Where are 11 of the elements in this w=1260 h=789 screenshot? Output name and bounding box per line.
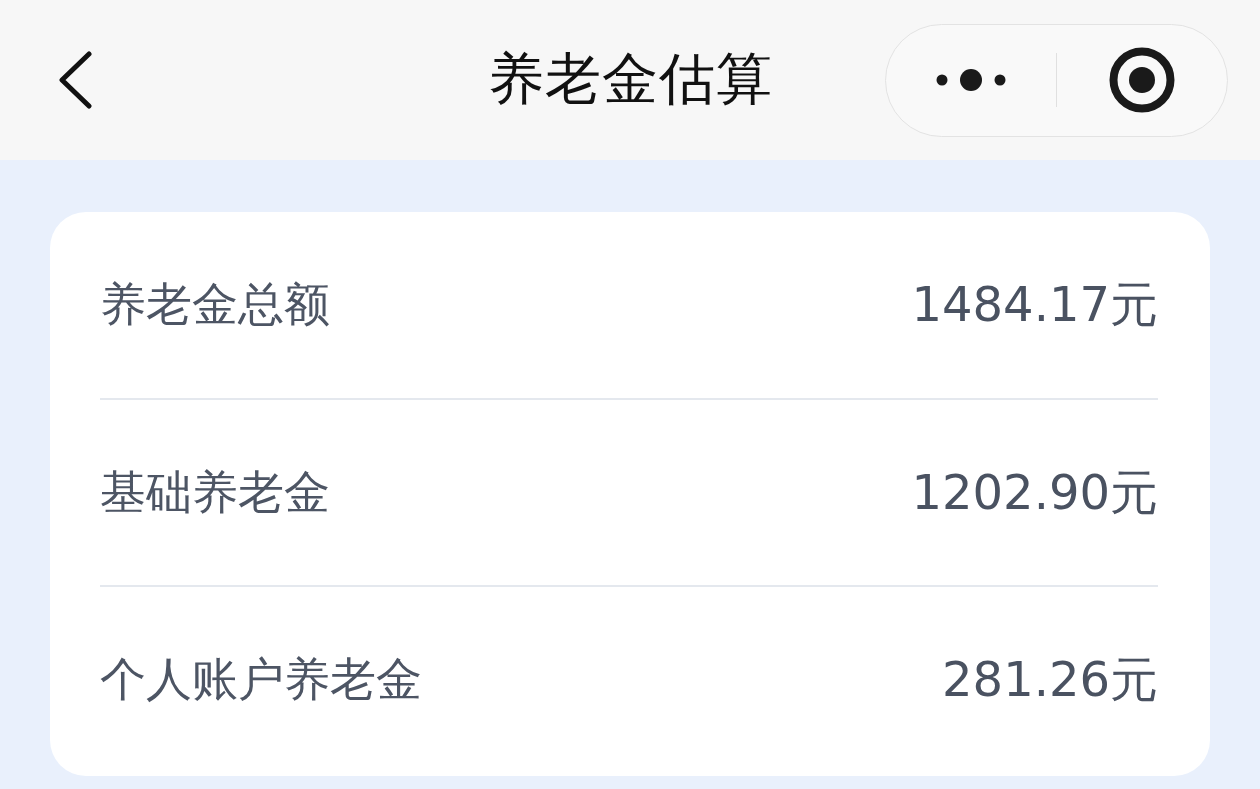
item-value: 1484.17元 [911, 275, 1158, 334]
back-icon [58, 51, 92, 109]
back-button[interactable] [56, 49, 94, 111]
item-label: 个人账户养老金 [100, 650, 422, 708]
item-value: 1202.90元 [911, 462, 1158, 522]
target-icon [1109, 47, 1176, 113]
item-label: 养老金总额 [100, 276, 330, 333]
more-icon [935, 67, 1006, 93]
item-label: 基础养老金 [100, 463, 330, 521]
item-value: 281.26元 [942, 649, 1158, 709]
page-title: 养老金估算 [487, 45, 773, 113]
